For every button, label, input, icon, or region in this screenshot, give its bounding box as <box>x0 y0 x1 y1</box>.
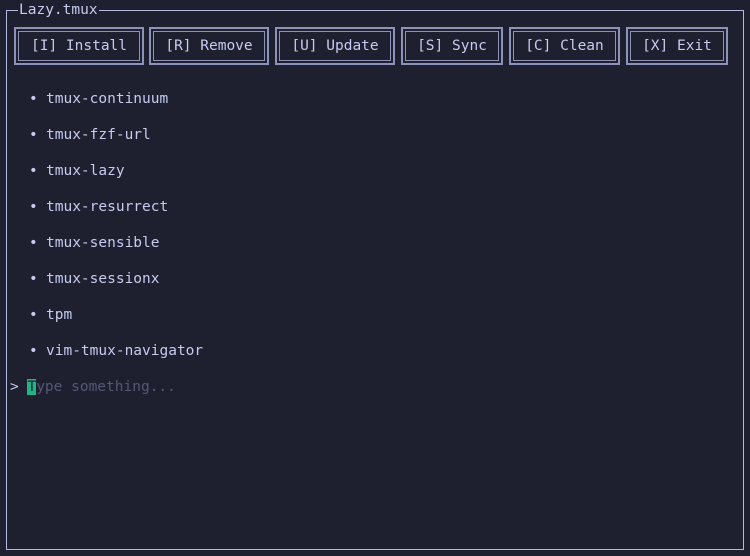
plugin-list-item[interactable]: • tmux-resurrect <box>29 197 168 217</box>
bullet-icon: • <box>29 343 38 359</box>
bullet-icon: • <box>29 271 38 287</box>
bullet-icon: • <box>29 307 38 323</box>
plugin-list-item[interactable]: • vim-tmux-navigator <box>29 341 203 361</box>
plugin-name: tmux-fzf-url <box>46 127 151 143</box>
window-title: Lazy.tmux <box>18 1 99 19</box>
plugin-name: tpm <box>46 307 73 323</box>
remove-button[interactable]: [R] Remove <box>149 27 269 65</box>
plugin-name: tmux-continuum <box>46 91 169 107</box>
plugin-name: tmux-sessionx <box>46 271 160 287</box>
text-cursor: T <box>27 379 37 395</box>
exit-button[interactable]: [X] Exit <box>626 27 728 65</box>
bullet-icon: • <box>29 127 38 143</box>
update-button[interactable]: [U] Update <box>275 27 395 65</box>
plugin-name: tmux-resurrect <box>46 199 169 215</box>
plugin-list-item[interactable]: • tmux-fzf-url <box>29 125 151 145</box>
bullet-icon: • <box>29 235 38 251</box>
install-button[interactable]: [I] Install <box>14 27 144 65</box>
bullet-icon: • <box>29 91 38 107</box>
plugin-list-item[interactable]: • tpm <box>29 305 72 325</box>
plugin-name: tmux-lazy <box>46 163 125 179</box>
plugin-list-item[interactable]: • tmux-lazy <box>29 161 125 181</box>
plugin-list-item[interactable]: • tmux-sensible <box>29 233 160 253</box>
prompt-icon: > <box>10 379 19 395</box>
bullet-icon: • <box>29 199 38 215</box>
clean-button[interactable]: [C] Clean <box>509 27 620 65</box>
input-placeholder: ype something... <box>36 379 176 395</box>
search-input[interactable]: > Type something... <box>10 377 176 397</box>
plugin-name: vim-tmux-navigator <box>46 343 204 359</box>
plugin-name: tmux-sensible <box>46 235 160 251</box>
sync-button[interactable]: [S] Sync <box>401 27 503 65</box>
plugin-list-item[interactable]: • tmux-continuum <box>29 89 168 109</box>
bullet-icon: • <box>29 163 38 179</box>
plugin-list-item[interactable]: • tmux-sessionx <box>29 269 160 289</box>
